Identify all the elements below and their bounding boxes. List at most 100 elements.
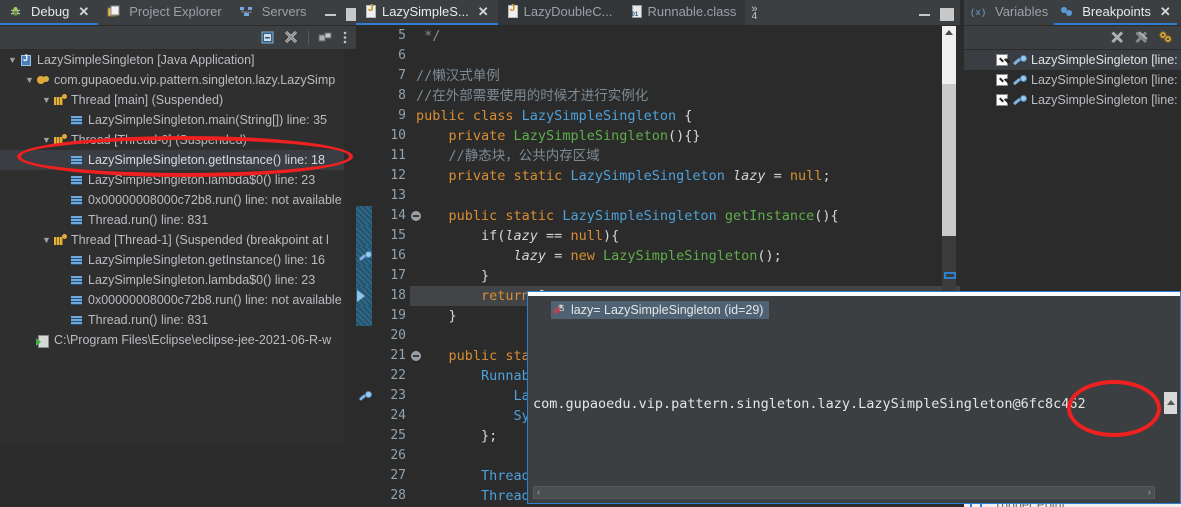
popup-horizontal-scrollbar[interactable]: ‹ › bbox=[533, 486, 1155, 499]
tab-lazysimplesingleton-close-icon[interactable]: ✕ bbox=[478, 4, 489, 20]
editor-gutter[interactable] bbox=[356, 426, 376, 446]
code-line[interactable]: 16 lazy = new LazySimpleSingleton(); bbox=[356, 246, 960, 266]
breakpoint-row[interactable]: LazySimpleSingleton [line: bbox=[964, 70, 1181, 90]
editor-gutter[interactable] bbox=[356, 306, 376, 326]
code-line[interactable]: 15 if(lazy == null){ bbox=[356, 226, 960, 246]
minimize-button[interactable] bbox=[919, 7, 930, 18]
debug-tree-row[interactable]: ▼ LazySimpleSingleton [Java Application] bbox=[0, 50, 344, 70]
minimize-button[interactable] bbox=[324, 7, 336, 18]
debug-tree-row[interactable]: Thread.run() line: 831 bbox=[0, 310, 344, 330]
debug-tree-row[interactable]: 0x00000008000c72b8.run() line: not avail… bbox=[0, 290, 344, 310]
breakpoint-enabled-checkbox[interactable] bbox=[996, 54, 1008, 66]
editor-gutter[interactable] bbox=[356, 326, 376, 346]
scroll-left-icon[interactable]: ‹ bbox=[537, 487, 540, 498]
tab-breakpoints[interactable]: Breakpoints ✕ bbox=[1054, 0, 1177, 25]
popup-vertical-scroll-up[interactable] bbox=[1164, 392, 1177, 414]
editor-gutter[interactable] bbox=[356, 26, 376, 46]
scroll-up-icon[interactable] bbox=[945, 30, 953, 35]
view-menu-icon[interactable] bbox=[318, 30, 333, 45]
tab-lazydoublecheck[interactable]: LazyDoubleC... bbox=[497, 0, 622, 25]
code-line[interactable]: 13 bbox=[356, 186, 960, 206]
editor-gutter[interactable] bbox=[356, 166, 376, 186]
code-line[interactable]: 6 bbox=[356, 46, 960, 66]
breakpoint-row[interactable]: LazySimpleSingleton [line: bbox=[964, 50, 1181, 70]
debug-stack-tree[interactable]: ▼LazySimpleSingleton [Java Application]▼… bbox=[0, 50, 344, 445]
editor-tab-overflow[interactable]: » 4 bbox=[745, 0, 763, 25]
editor-gutter[interactable] bbox=[356, 406, 376, 426]
code-line[interactable]: 9 public class LazySimpleSingleton { bbox=[356, 106, 960, 126]
chevron-down-icon[interactable]: ▼ bbox=[40, 95, 53, 105]
debug-tree-row[interactable]: 0x00000008000c72b8.run() line: not avail… bbox=[0, 190, 344, 210]
editor-gutter[interactable] bbox=[356, 386, 376, 406]
code-line[interactable]: 8 //在外部需要使用的时候才进行实例化 bbox=[356, 86, 960, 106]
code-line[interactable]: 7 //懒汉式单例 bbox=[356, 66, 960, 86]
editor-gutter[interactable] bbox=[356, 366, 376, 386]
editor-gutter[interactable] bbox=[356, 46, 376, 66]
variable-detail-popup[interactable]: S lazy= LazySimpleSingleton (id=29) com.… bbox=[527, 291, 1181, 504]
editor-gutter[interactable] bbox=[356, 106, 376, 126]
view-overflow-chevron-icon[interactable]: ◥ bbox=[1177, 0, 1181, 25]
breakpoint-enabled-checkbox[interactable] bbox=[996, 94, 1008, 106]
code-line[interactable]: 10 private LazySimpleSingleton(){} bbox=[356, 126, 960, 146]
debug-tree-row[interactable]: C:\Program Files\Eclipse\eclipse-jee-202… bbox=[0, 330, 344, 350]
editor-gutter[interactable] bbox=[356, 266, 376, 286]
breakpoint-icon[interactable] bbox=[358, 390, 372, 402]
editor-gutter[interactable] bbox=[356, 66, 376, 86]
editor-gutter[interactable] bbox=[356, 206, 376, 226]
breakpoints-list[interactable]: LazySimpleSingleton [line: LazySimpleSing… bbox=[964, 50, 1181, 110]
editor-gutter[interactable] bbox=[356, 146, 376, 166]
editor-gutter[interactable] bbox=[356, 226, 376, 246]
debug-tree-row[interactable]: LazySimpleSingleton.main(String[]) line:… bbox=[0, 110, 344, 130]
breakpoint-row[interactable]: LazySimpleSingleton [line: bbox=[964, 90, 1181, 110]
editor-gutter[interactable] bbox=[356, 466, 376, 486]
remove-all-terminated-icon[interactable] bbox=[284, 30, 299, 45]
tab-lazysimplesingleton[interactable]: LazySimpleS... ✕ bbox=[356, 0, 498, 25]
code-line[interactable]: 14 public static LazySimpleSingleton get… bbox=[356, 206, 960, 226]
code-line[interactable]: 12 private static LazySimpleSingleton la… bbox=[356, 166, 960, 186]
remove-breakpoint-icon[interactable] bbox=[1110, 30, 1125, 45]
editor-gutter[interactable] bbox=[356, 246, 376, 266]
tab-debug[interactable]: Debug ✕ bbox=[0, 0, 99, 25]
chevron-down-icon[interactable]: ▼ bbox=[6, 55, 19, 65]
chevron-down-icon[interactable]: ▼ bbox=[23, 75, 36, 85]
breakpoints-menu-icon[interactable] bbox=[1158, 30, 1173, 45]
fold-collapse-icon[interactable] bbox=[411, 351, 421, 361]
editor-gutter[interactable] bbox=[356, 286, 376, 306]
editor-gutter[interactable] bbox=[356, 126, 376, 146]
debug-tree-row[interactable]: ▼ Thread [Thread-1] (Suspended (breakpoin… bbox=[0, 230, 344, 250]
tab-project-explorer[interactable]: Project Explorer bbox=[98, 0, 230, 25]
maximize-button[interactable] bbox=[940, 7, 954, 21]
editor-gutter[interactable] bbox=[356, 346, 376, 366]
editor-gutter[interactable] bbox=[356, 486, 376, 506]
code-line[interactable]: 11 //静态块，公共内存区域 bbox=[356, 146, 960, 166]
fold-collapse-icon[interactable] bbox=[411, 211, 421, 221]
debug-tree-row[interactable]: ▼ Thread [Thread-0] (Suspended) bbox=[0, 130, 344, 150]
chevron-down-icon[interactable]: ▼ bbox=[40, 235, 53, 245]
collapse-all-icon[interactable] bbox=[260, 30, 275, 45]
debug-tree-row[interactable]: Thread.run() line: 831 bbox=[0, 210, 344, 230]
debug-tree-row[interactable]: LazySimpleSingleton.lambda$0() line: 23 bbox=[0, 270, 344, 290]
tab-runnable-class[interactable]: Runnable.class bbox=[621, 0, 746, 25]
code-line[interactable]: 5 */ bbox=[356, 26, 960, 46]
debug-tree-row[interactable]: ▼ com.gupaoedu.vip.pattern.singleton.lazy… bbox=[0, 70, 344, 90]
chevron-down-icon[interactable]: ▼ bbox=[40, 135, 53, 145]
debug-tree-row[interactable]: ▼ Thread [main] (Suspended) bbox=[0, 90, 344, 110]
breakpoint-enabled-checkbox[interactable] bbox=[996, 74, 1008, 86]
remove-all-breakpoints-icon[interactable] bbox=[1134, 30, 1149, 45]
scrollbar-thumb-body[interactable] bbox=[942, 84, 956, 236]
editor-scrollbar-thumb[interactable] bbox=[942, 26, 956, 236]
editor-overview-marker[interactable] bbox=[944, 272, 956, 279]
editor-gutter[interactable] bbox=[356, 86, 376, 106]
view-menu-dots-icon[interactable] bbox=[342, 30, 348, 45]
breakpoint-icon[interactable] bbox=[358, 250, 372, 262]
maximize-button[interactable] bbox=[345, 7, 360, 21]
tab-servers[interactable]: Servers bbox=[231, 0, 316, 25]
debug-tree-row[interactable]: LazySimpleSingleton.getInstance() line: … bbox=[0, 150, 344, 170]
tab-debug-close-icon[interactable]: ✕ bbox=[78, 4, 89, 20]
tab-variables[interactable]: (x)= Variables bbox=[964, 0, 1054, 25]
editor-gutter[interactable] bbox=[356, 446, 376, 466]
debug-tree-row[interactable]: LazySimpleSingleton.lambda$0() line: 23 bbox=[0, 170, 344, 190]
popup-variable-row[interactable]: S lazy= LazySimpleSingleton (id=29) bbox=[551, 301, 770, 319]
debug-tree-row[interactable]: LazySimpleSingleton.getInstance() line: … bbox=[0, 250, 344, 270]
tab-breakpoints-close-icon[interactable]: ✕ bbox=[1160, 4, 1171, 20]
